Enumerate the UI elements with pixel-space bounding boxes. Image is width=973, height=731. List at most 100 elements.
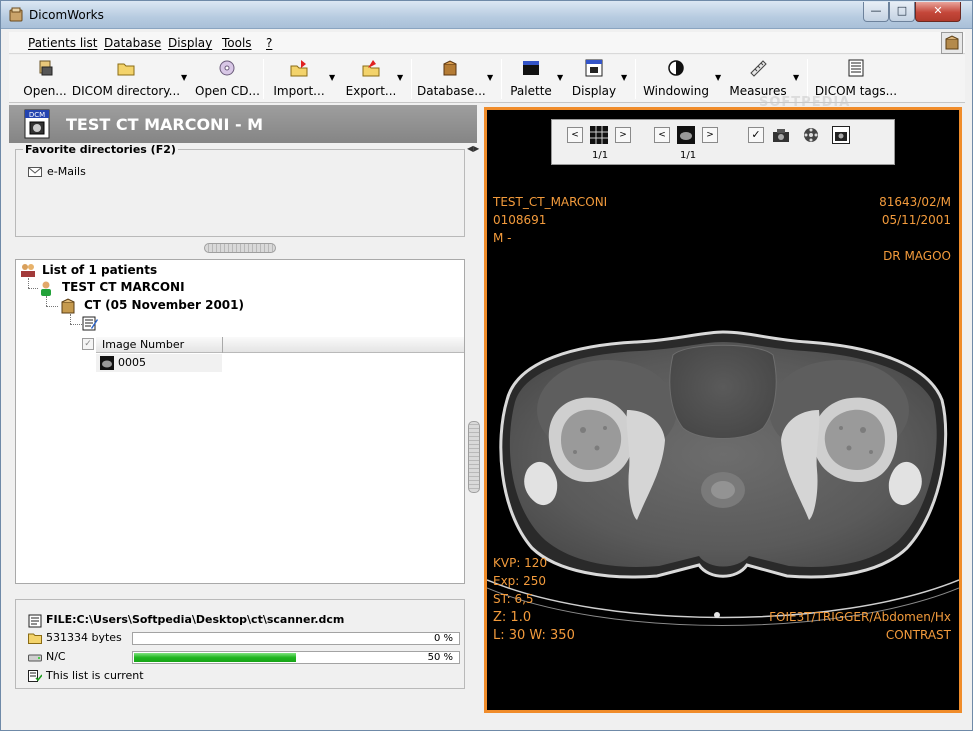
app-icon (9, 7, 23, 22)
database-button[interactable]: Database... (417, 55, 486, 101)
toolbar-separator (501, 59, 502, 99)
patients-tree: List of 1 patients TEST CT MARCONI CT (0… (15, 259, 465, 584)
export-dropdown-icon[interactable]: ▼ (397, 73, 403, 82)
patient-person-icon (41, 281, 51, 296)
palette-button[interactable]: Palette (507, 55, 555, 101)
file-size-text: 531334 bytes (46, 631, 122, 644)
patients-group-icon (21, 264, 35, 277)
contrast-icon (668, 60, 684, 76)
window-title: DicomWorks (29, 8, 104, 22)
import-button[interactable]: Import... (269, 55, 329, 101)
image-number-column-header[interactable]: Image Number (96, 337, 464, 353)
list-current-icon (28, 670, 42, 682)
export-icon (362, 60, 380, 77)
database-dropdown-icon[interactable]: ▼ (487, 73, 493, 82)
file-path-text: FILE:C:\Users\Softpedia\Desktop\ct\scann… (46, 613, 345, 626)
folder-icon (117, 63, 135, 76)
column-header-label: Image Number (102, 338, 185, 351)
tree-patient-label[interactable]: TEST CT MARCONI (62, 280, 185, 294)
dcm-icon: DCM (24, 109, 50, 139)
patient-header: DCM TEST CT MARCONI - M (9, 105, 477, 143)
favorite-item-label: e-Mails (47, 165, 86, 178)
overlay-protocol: FOIE3T/TRIGGER/Abdomen/Hx (769, 610, 951, 624)
column-separator[interactable] (222, 337, 223, 353)
minimize-button[interactable]: — (863, 2, 889, 22)
toolbar-separator (263, 59, 264, 99)
horizontal-splitter-handle[interactable] (204, 243, 276, 253)
app-window: DicomWorks — □ ✕ Patients list Database … (0, 0, 973, 731)
database-box-icon (443, 60, 457, 76)
windowing-button[interactable]: Windowing (641, 55, 711, 101)
tree-study-label[interactable]: CT (05 November 2001) (84, 298, 244, 312)
list-status-text: This list is current (46, 669, 144, 682)
import-label: Import... (273, 84, 325, 98)
overlay-contrast: CONTRAST (885, 628, 951, 642)
menu-display[interactable]: Display (168, 36, 212, 50)
measures-dropdown-icon[interactable]: ▼ (793, 73, 799, 82)
open-file-icon (39, 60, 53, 76)
menu-tools[interactable]: Tools (222, 36, 252, 50)
patient-name-title: TEST CT MARCONI - M (66, 115, 264, 134)
tree-line (70, 314, 71, 324)
display-icon (585, 59, 603, 77)
pane-toggle-arrows-icon[interactable]: ◀▶ (467, 144, 479, 153)
file-status-panel: FILE:C:\Users\Softpedia\Desktop\ct\scann… (15, 599, 465, 689)
tree-line (28, 278, 29, 288)
dicom-tags-icon (848, 59, 864, 77)
windowing-label: Windowing (643, 84, 709, 98)
vertical-splitter-handle[interactable] (468, 421, 480, 493)
open-cd-label: Open CD... (195, 84, 260, 98)
import-icon (290, 60, 308, 77)
dicom-directory-button[interactable]: DICOM directory... (71, 55, 181, 101)
dcm-icon-text: DCM (29, 111, 45, 119)
close-button[interactable]: ✕ (915, 2, 961, 22)
display-button[interactable]: Display (569, 55, 619, 101)
open-cd-button[interactable]: Open CD... (195, 55, 260, 101)
tree-root-label[interactable]: List of 1 patients (42, 263, 157, 277)
favorite-directories-panel: Favorite directories (F2) e-Mails (15, 143, 465, 237)
display-label: Display (571, 84, 617, 98)
drive-status-text: N/C (46, 650, 66, 663)
title-bar[interactable]: DicomWorks — □ ✕ (1, 1, 972, 29)
open-button[interactable]: Open... (17, 55, 73, 101)
overlay-kvp: KVP: 120 (493, 556, 548, 570)
palette-dropdown-icon[interactable]: ▼ (557, 73, 563, 82)
ct-slice-thumbnail-icon (100, 356, 114, 370)
dicom-directory-dropdown-icon[interactable]: ▼ (181, 73, 187, 82)
envelope-icon (28, 167, 42, 177)
menu-patients-list[interactable]: Patients list (28, 36, 97, 50)
dicom-image-viewer[interactable]: < > 1/1 < > 1/1 ✓ TEST_CT_MARCONI 010869… (484, 107, 962, 713)
tree-line (28, 288, 38, 289)
storage-percent: 50 % (427, 652, 453, 663)
storage-progress-bar: 50 % (132, 651, 460, 664)
favorite-directories-legend: Favorite directories (F2) (23, 143, 178, 156)
toolbar-separator (807, 59, 808, 99)
palette-label: Palette (510, 84, 552, 98)
progress-fill (134, 653, 296, 662)
table-row[interactable]: 0005 (96, 354, 222, 372)
folder-size-icon (28, 633, 42, 644)
display-dropdown-icon[interactable]: ▼ (621, 73, 627, 82)
menu-database[interactable]: Database (104, 36, 161, 50)
file-load-percent: 0 % (433, 633, 453, 644)
windowing-dropdown-icon[interactable]: ▼ (715, 73, 721, 82)
study-box-icon (61, 298, 75, 314)
overlay-window-level: L: 30 W: 350 (493, 628, 575, 643)
overlay-slice-thickness: ST: 6,5 (493, 592, 534, 606)
toolbar-separator (411, 59, 412, 99)
import-dropdown-icon[interactable]: ▼ (329, 73, 335, 82)
cd-icon (219, 60, 235, 76)
menu-help[interactable]: ? (266, 36, 272, 50)
file-load-progress-bar: 0 % (132, 632, 460, 645)
series-edit-icon[interactable] (82, 315, 98, 331)
dicom-directory-label: DICOM directory... (71, 84, 181, 98)
export-button[interactable]: Export... (341, 55, 401, 101)
overlay-exposure: Exp: 250 (493, 574, 547, 588)
image-number-cell: 0005 (118, 356, 146, 369)
maximize-button[interactable]: □ (889, 2, 915, 22)
image-select-all-checkbox[interactable]: ✓ (82, 338, 94, 350)
file-icon (28, 614, 42, 628)
tree-line (46, 306, 58, 307)
toolbar-separator (635, 59, 636, 99)
package-icon (941, 32, 963, 54)
